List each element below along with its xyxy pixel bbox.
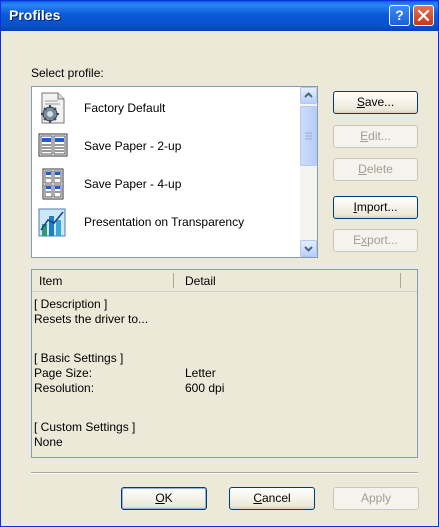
custom-settings-value: None	[34, 435, 63, 449]
two-up-icon	[38, 133, 68, 157]
footer-divider	[31, 472, 418, 474]
details-header: Item Detail	[32, 270, 417, 292]
window-title: Profiles	[9, 7, 61, 23]
scroll-down-button[interactable]	[300, 240, 317, 257]
close-button[interactable]	[413, 5, 434, 26]
apply-button[interactable]: Apply	[333, 487, 419, 510]
profile-label: Save Paper - 2-up	[84, 139, 182, 153]
chevron-down-icon	[304, 246, 313, 252]
grip-icon	[305, 132, 312, 140]
profile-label: Save Paper - 4-up	[84, 177, 182, 191]
profile-list[interactable]: Factory Default Save Paper - 2-up Save P…	[31, 86, 318, 258]
save-button[interactable]: Save...	[333, 91, 418, 114]
cancel-button[interactable]: Cancel	[229, 487, 315, 510]
edit-button[interactable]: Edit...	[333, 125, 418, 148]
column-divider[interactable]	[173, 273, 174, 288]
title-bar[interactable]: Profiles ?	[1, 1, 438, 31]
delete-button[interactable]: Delete	[333, 158, 418, 181]
detail-row-value: Letter	[185, 366, 216, 380]
help-icon: ?	[395, 7, 404, 23]
detail-row-item: Page Size:	[34, 366, 93, 380]
column-header-item[interactable]: Item	[39, 274, 62, 288]
detail-row-item: Resolution:	[34, 381, 95, 395]
column-header-detail[interactable]: Detail	[185, 274, 216, 288]
custom-settings-heading: [ Custom Settings ]	[34, 420, 136, 434]
four-up-icon	[42, 168, 64, 200]
chevron-up-icon	[304, 92, 313, 98]
select-profile-label: Select profile:	[31, 66, 104, 80]
profile-item-save-paper-2-up[interactable]: Save Paper - 2-up	[36, 127, 298, 165]
export-button[interactable]: Export...	[333, 229, 418, 252]
transparency-icon	[38, 208, 66, 237]
factory-default-icon	[41, 92, 65, 124]
profile-item-factory-default[interactable]: Factory Default	[36, 89, 298, 127]
scroll-up-button[interactable]	[300, 87, 317, 104]
close-icon	[417, 9, 430, 22]
import-button[interactable]: Import...	[333, 196, 418, 219]
basic-settings-heading: [ Basic Settings ]	[34, 351, 124, 365]
profile-label: Presentation on Transparency	[84, 215, 245, 229]
profile-item-save-paper-4-up[interactable]: Save Paper - 4-up	[36, 165, 298, 203]
profile-item-presentation-on-transparency[interactable]: Presentation on Transparency	[36, 203, 298, 241]
scroll-thumb[interactable]	[300, 106, 317, 166]
ok-button[interactable]: OK	[121, 487, 207, 510]
description-heading: [ Description ]	[34, 297, 108, 311]
profiles-dialog: Profiles ? Select profile: Factory Defau…	[0, 0, 439, 527]
column-divider[interactable]	[400, 273, 401, 288]
profile-list-scrollbar[interactable]	[300, 87, 317, 257]
help-button[interactable]: ?	[389, 5, 410, 26]
profile-details-panel: Item Detail [ Description ] Resets the d…	[31, 269, 418, 458]
detail-row-value: 600 dpi	[185, 381, 225, 395]
description-text: Resets the driver to...	[34, 312, 149, 326]
profile-label: Factory Default	[84, 101, 166, 115]
